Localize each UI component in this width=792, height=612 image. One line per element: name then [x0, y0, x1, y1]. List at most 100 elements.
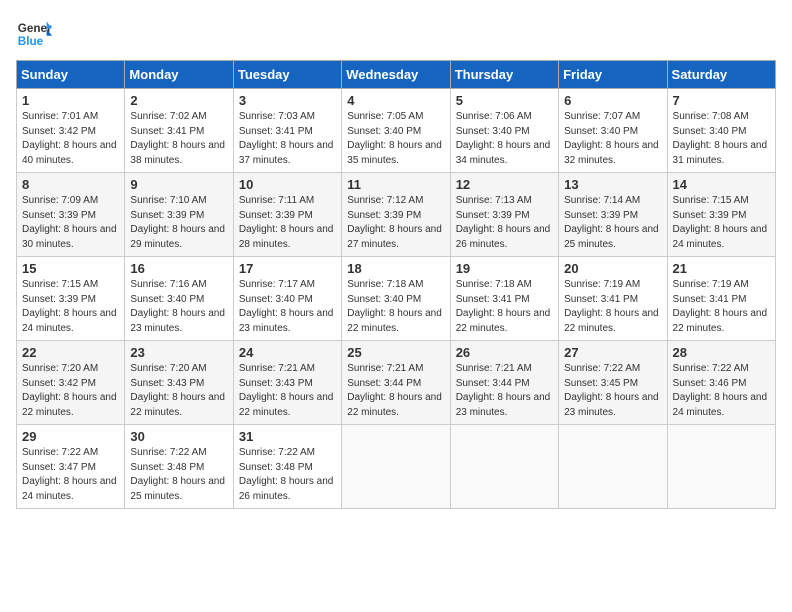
calendar-day-29: 29 Sunrise: 7:22 AMSunset: 3:47 PMDaylig…: [17, 425, 125, 509]
calendar-day-17: 17 Sunrise: 7:17 AMSunset: 3:40 PMDaylig…: [233, 257, 341, 341]
empty-cell: [559, 425, 667, 509]
calendar-week-1: 1 Sunrise: 7:01 AMSunset: 3:42 PMDayligh…: [17, 89, 776, 173]
day-number: 14: [673, 177, 770, 192]
calendar-day-30: 30 Sunrise: 7:22 AMSunset: 3:48 PMDaylig…: [125, 425, 233, 509]
day-number: 27: [564, 345, 661, 360]
day-info: Sunrise: 7:22 AMSunset: 3:46 PMDaylight:…: [673, 363, 768, 418]
day-number: 7: [673, 93, 770, 108]
empty-cell: [450, 425, 558, 509]
day-info: Sunrise: 7:21 AMSunset: 3:44 PMDaylight:…: [347, 363, 442, 418]
calendar-day-6: 6 Sunrise: 7:07 AMSunset: 3:40 PMDayligh…: [559, 89, 667, 173]
day-number: 25: [347, 345, 444, 360]
day-number: 31: [239, 429, 336, 444]
day-number: 6: [564, 93, 661, 108]
day-number: 30: [130, 429, 227, 444]
calendar-day-16: 16 Sunrise: 7:16 AMSunset: 3:40 PMDaylig…: [125, 257, 233, 341]
day-info: Sunrise: 7:19 AMSunset: 3:41 PMDaylight:…: [673, 279, 768, 334]
calendar-day-31: 31 Sunrise: 7:22 AMSunset: 3:48 PMDaylig…: [233, 425, 341, 509]
day-info: Sunrise: 7:13 AMSunset: 3:39 PMDaylight:…: [456, 195, 551, 250]
day-info: Sunrise: 7:17 AMSunset: 3:40 PMDaylight:…: [239, 279, 334, 334]
day-info: Sunrise: 7:22 AMSunset: 3:45 PMDaylight:…: [564, 363, 659, 418]
day-info: Sunrise: 7:01 AMSunset: 3:42 PMDaylight:…: [22, 111, 117, 166]
day-info: Sunrise: 7:21 AMSunset: 3:44 PMDaylight:…: [456, 363, 551, 418]
day-number: 29: [22, 429, 119, 444]
weekday-header-thursday: Thursday: [450, 61, 558, 89]
page-header: General Blue: [16, 16, 776, 52]
day-info: Sunrise: 7:03 AMSunset: 3:41 PMDaylight:…: [239, 111, 334, 166]
day-number: 2: [130, 93, 227, 108]
day-number: 9: [130, 177, 227, 192]
day-number: 20: [564, 261, 661, 276]
day-number: 5: [456, 93, 553, 108]
day-number: 3: [239, 93, 336, 108]
day-info: Sunrise: 7:19 AMSunset: 3:41 PMDaylight:…: [564, 279, 659, 334]
calendar-day-1: 1 Sunrise: 7:01 AMSunset: 3:42 PMDayligh…: [17, 89, 125, 173]
day-info: Sunrise: 7:12 AMSunset: 3:39 PMDaylight:…: [347, 195, 442, 250]
day-info: Sunrise: 7:07 AMSunset: 3:40 PMDaylight:…: [564, 111, 659, 166]
day-number: 12: [456, 177, 553, 192]
weekday-header-sunday: Sunday: [17, 61, 125, 89]
empty-cell: [342, 425, 450, 509]
calendar-day-21: 21 Sunrise: 7:19 AMSunset: 3:41 PMDaylig…: [667, 257, 775, 341]
day-number: 13: [564, 177, 661, 192]
day-number: 8: [22, 177, 119, 192]
calendar-day-18: 18 Sunrise: 7:18 AMSunset: 3:40 PMDaylig…: [342, 257, 450, 341]
calendar-day-5: 5 Sunrise: 7:06 AMSunset: 3:40 PMDayligh…: [450, 89, 558, 173]
day-number: 19: [456, 261, 553, 276]
day-info: Sunrise: 7:16 AMSunset: 3:40 PMDaylight:…: [130, 279, 225, 334]
day-info: Sunrise: 7:10 AMSunset: 3:39 PMDaylight:…: [130, 195, 225, 250]
calendar-day-25: 25 Sunrise: 7:21 AMSunset: 3:44 PMDaylig…: [342, 341, 450, 425]
calendar-day-23: 23 Sunrise: 7:20 AMSunset: 3:43 PMDaylig…: [125, 341, 233, 425]
day-number: 26: [456, 345, 553, 360]
weekday-header-tuesday: Tuesday: [233, 61, 341, 89]
calendar-week-3: 15 Sunrise: 7:15 AMSunset: 3:39 PMDaylig…: [17, 257, 776, 341]
calendar-week-5: 29 Sunrise: 7:22 AMSunset: 3:47 PMDaylig…: [17, 425, 776, 509]
day-number: 10: [239, 177, 336, 192]
calendar-day-26: 26 Sunrise: 7:21 AMSunset: 3:44 PMDaylig…: [450, 341, 558, 425]
day-info: Sunrise: 7:18 AMSunset: 3:40 PMDaylight:…: [347, 279, 442, 334]
calendar-body: 1 Sunrise: 7:01 AMSunset: 3:42 PMDayligh…: [17, 89, 776, 509]
day-number: 22: [22, 345, 119, 360]
calendar-day-20: 20 Sunrise: 7:19 AMSunset: 3:41 PMDaylig…: [559, 257, 667, 341]
day-number: 17: [239, 261, 336, 276]
calendar-day-11: 11 Sunrise: 7:12 AMSunset: 3:39 PMDaylig…: [342, 173, 450, 257]
day-info: Sunrise: 7:08 AMSunset: 3:40 PMDaylight:…: [673, 111, 768, 166]
weekday-header-saturday: Saturday: [667, 61, 775, 89]
day-info: Sunrise: 7:11 AMSunset: 3:39 PMDaylight:…: [239, 195, 334, 250]
day-info: Sunrise: 7:09 AMSunset: 3:39 PMDaylight:…: [22, 195, 117, 250]
day-number: 28: [673, 345, 770, 360]
day-info: Sunrise: 7:15 AMSunset: 3:39 PMDaylight:…: [22, 279, 117, 334]
day-info: Sunrise: 7:15 AMSunset: 3:39 PMDaylight:…: [673, 195, 768, 250]
calendar-day-10: 10 Sunrise: 7:11 AMSunset: 3:39 PMDaylig…: [233, 173, 341, 257]
day-number: 1: [22, 93, 119, 108]
day-info: Sunrise: 7:02 AMSunset: 3:41 PMDaylight:…: [130, 111, 225, 166]
empty-cell: [667, 425, 775, 509]
day-info: Sunrise: 7:06 AMSunset: 3:40 PMDaylight:…: [456, 111, 551, 166]
calendar-day-19: 19 Sunrise: 7:18 AMSunset: 3:41 PMDaylig…: [450, 257, 558, 341]
day-info: Sunrise: 7:22 AMSunset: 3:48 PMDaylight:…: [130, 447, 225, 502]
calendar-day-24: 24 Sunrise: 7:21 AMSunset: 3:43 PMDaylig…: [233, 341, 341, 425]
day-number: 4: [347, 93, 444, 108]
day-info: Sunrise: 7:20 AMSunset: 3:43 PMDaylight:…: [130, 363, 225, 418]
calendar-week-4: 22 Sunrise: 7:20 AMSunset: 3:42 PMDaylig…: [17, 341, 776, 425]
day-info: Sunrise: 7:05 AMSunset: 3:40 PMDaylight:…: [347, 111, 442, 166]
day-number: 16: [130, 261, 227, 276]
day-number: 18: [347, 261, 444, 276]
calendar-day-2: 2 Sunrise: 7:02 AMSunset: 3:41 PMDayligh…: [125, 89, 233, 173]
calendar-day-15: 15 Sunrise: 7:15 AMSunset: 3:39 PMDaylig…: [17, 257, 125, 341]
calendar-week-2: 8 Sunrise: 7:09 AMSunset: 3:39 PMDayligh…: [17, 173, 776, 257]
calendar-day-27: 27 Sunrise: 7:22 AMSunset: 3:45 PMDaylig…: [559, 341, 667, 425]
day-number: 21: [673, 261, 770, 276]
calendar-day-12: 12 Sunrise: 7:13 AMSunset: 3:39 PMDaylig…: [450, 173, 558, 257]
calendar-day-9: 9 Sunrise: 7:10 AMSunset: 3:39 PMDayligh…: [125, 173, 233, 257]
weekday-header-friday: Friday: [559, 61, 667, 89]
weekday-header-row: SundayMondayTuesdayWednesdayThursdayFrid…: [17, 61, 776, 89]
calendar-day-7: 7 Sunrise: 7:08 AMSunset: 3:40 PMDayligh…: [667, 89, 775, 173]
logo: General Blue: [16, 16, 52, 52]
calendar-day-4: 4 Sunrise: 7:05 AMSunset: 3:40 PMDayligh…: [342, 89, 450, 173]
day-info: Sunrise: 7:14 AMSunset: 3:39 PMDaylight:…: [564, 195, 659, 250]
weekday-header-wednesday: Wednesday: [342, 61, 450, 89]
calendar-day-22: 22 Sunrise: 7:20 AMSunset: 3:42 PMDaylig…: [17, 341, 125, 425]
calendar-day-28: 28 Sunrise: 7:22 AMSunset: 3:46 PMDaylig…: [667, 341, 775, 425]
day-info: Sunrise: 7:22 AMSunset: 3:47 PMDaylight:…: [22, 447, 117, 502]
